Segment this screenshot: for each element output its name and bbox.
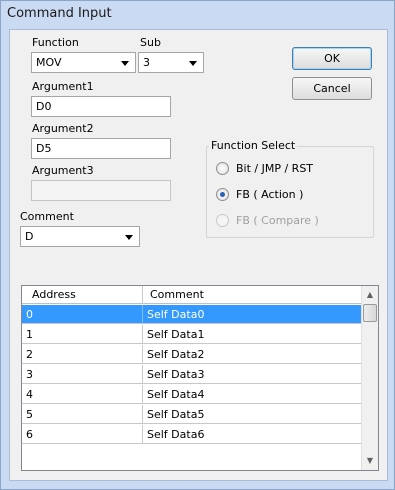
window-title: Command Input <box>7 6 112 21</box>
comment-value: D <box>25 230 34 243</box>
ok-button[interactable]: OK <box>292 47 372 70</box>
cell-divider <box>142 325 143 344</box>
argument2-field[interactable]: D5 <box>31 138 171 159</box>
argument2-value: D5 <box>36 142 52 155</box>
comment-combobox[interactable]: D <box>20 226 140 247</box>
comment-label: Comment <box>20 210 74 223</box>
comment-cell: Self Data0 <box>147 308 205 321</box>
column-divider[interactable] <box>142 286 143 304</box>
table-row[interactable]: 3 Self Data3 <box>22 365 362 384</box>
cell-divider <box>142 405 143 424</box>
comment-cell: Self Data3 <box>147 368 205 381</box>
cell-divider <box>142 385 143 404</box>
table-row[interactable]: 6 Self Data6 <box>22 425 362 444</box>
table-row[interactable]: 4 Self Data4 <box>22 385 362 404</box>
table-row[interactable]: 1 Self Data1 <box>22 325 362 344</box>
chevron-down-icon <box>189 61 197 66</box>
address-cell: 0 <box>26 308 33 321</box>
function-value: MOV <box>36 56 62 69</box>
cell-divider <box>142 305 143 324</box>
address-cell: 3 <box>26 368 33 381</box>
address-cell: 6 <box>26 428 33 441</box>
argument1-label: Argument1 <box>32 80 94 93</box>
chevron-down-icon <box>125 235 133 240</box>
cell-divider <box>142 425 143 444</box>
argument1-field[interactable]: D0 <box>31 96 171 117</box>
radio-button-icon[interactable] <box>216 162 229 175</box>
comment-cell: Self Data2 <box>147 348 205 361</box>
address-cell: 5 <box>26 408 33 421</box>
address-cell: 4 <box>26 388 33 401</box>
address-cell: 1 <box>26 328 33 341</box>
table-header: Address Comment <box>22 286 362 304</box>
scrollbar-thumb[interactable] <box>363 304 377 322</box>
radio-label: FB ( Compare ) <box>236 214 319 227</box>
comment-cell: Self Data6 <box>147 428 205 441</box>
address-cell: 2 <box>26 348 33 361</box>
radio-button-checked-icon[interactable] <box>216 188 229 201</box>
vertical-scrollbar[interactable]: ▲ ▼ <box>361 286 378 470</box>
address-comment-table[interactable]: Address Comment 0 Self Data0 1 Self Data… <box>21 285 379 471</box>
cancel-button[interactable]: Cancel <box>292 77 372 100</box>
radio-label: Bit / JMP / RST <box>236 162 314 175</box>
table-row[interactable]: 5 Self Data5 <box>22 405 362 424</box>
comment-cell: Self Data1 <box>147 328 205 341</box>
comment-cell: Self Data5 <box>147 408 205 421</box>
radio-button-disabled-icon <box>216 214 229 227</box>
cell-divider <box>142 345 143 364</box>
sub-combobox[interactable]: 3 <box>138 52 204 73</box>
function-combobox[interactable]: MOV <box>31 52 136 73</box>
table-row[interactable]: 2 Self Data2 <box>22 345 362 364</box>
argument3-field <box>31 180 171 201</box>
function-select-title: Function Select <box>209 139 298 152</box>
scroll-up-arrow-icon[interactable]: ▲ <box>362 286 378 303</box>
scroll-down-arrow-icon[interactable]: ▼ <box>362 452 378 469</box>
sub-label: Sub <box>140 36 161 49</box>
radio-label: FB ( Action ) <box>236 188 304 201</box>
argument3-label: Argument3 <box>32 164 94 177</box>
title-bar[interactable]: Command Input <box>1 1 394 29</box>
column-header-comment[interactable]: Comment <box>150 288 204 301</box>
sub-value: 3 <box>143 56 150 69</box>
comment-cell: Self Data4 <box>147 388 205 401</box>
table-row[interactable]: 0 Self Data0 <box>22 305 362 324</box>
chevron-down-icon <box>121 61 129 66</box>
cell-divider <box>142 365 143 384</box>
argument2-label: Argument2 <box>32 122 94 135</box>
argument1-value: D0 <box>36 100 52 113</box>
column-header-address[interactable]: Address <box>32 288 76 301</box>
function-label: Function <box>32 36 79 49</box>
command-input-dialog: Command Input Function Sub MOV 3 OK Canc… <box>0 0 395 490</box>
